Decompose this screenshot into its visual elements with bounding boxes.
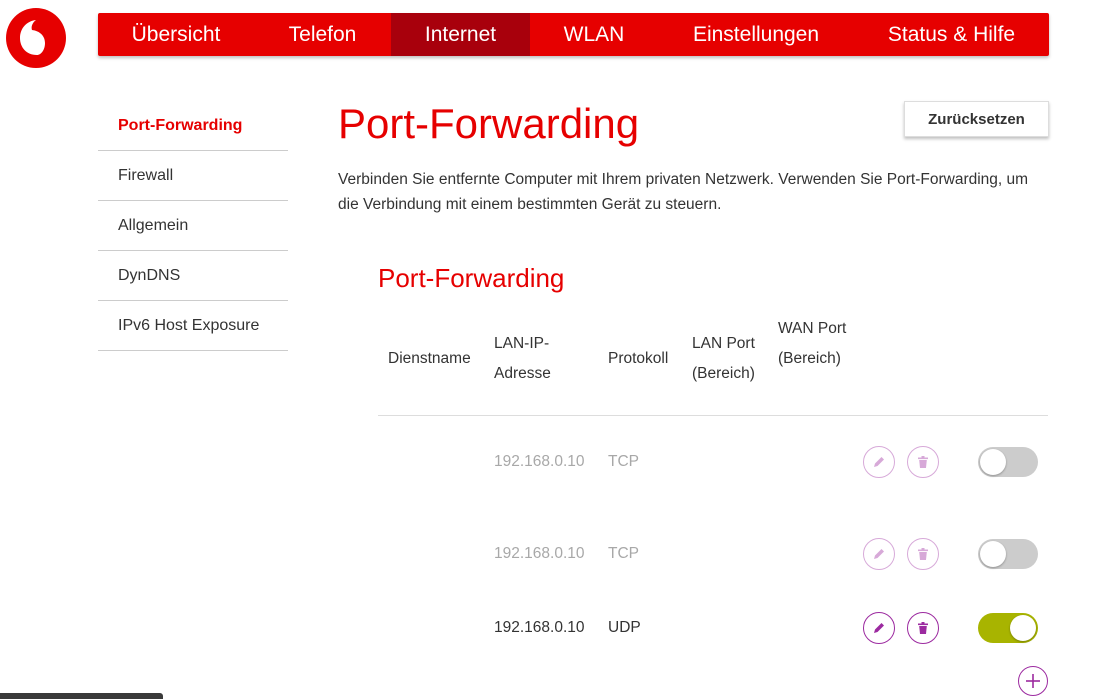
cell-protocol: TCP <box>608 545 639 562</box>
sidebar-item-port-forwarding[interactable]: Port-Forwarding <box>98 101 288 151</box>
table-row: 192.168.0.10 TCP <box>378 534 1048 574</box>
pencil-icon <box>874 457 884 467</box>
table-row: 192.168.0.10 UDP <box>378 608 1048 648</box>
cell-protocol: TCP <box>608 453 639 470</box>
sidebar-item-label: Port-Forwarding <box>118 116 243 134</box>
nav-tab-label: Einstellungen <box>692 22 820 46</box>
trash-icon <box>918 622 928 634</box>
sidebar: Port-Forwarding Firewall Allgemein DynDN… <box>98 101 288 351</box>
page-description: Verbinden Sie entfernte Computer mit Ihr… <box>338 171 1029 213</box>
nav-tab-label: Übersicht <box>131 22 221 46</box>
toggle-knob <box>1010 615 1036 641</box>
nav-tab-wlan[interactable]: WLAN <box>530 13 658 56</box>
add-rule-button[interactable] <box>1018 666 1048 696</box>
nav-tab-label: WLAN <box>563 22 625 46</box>
delete-button[interactable] <box>907 446 939 478</box>
nav-tab-telefon[interactable]: Telefon <box>254 13 391 56</box>
edit-button[interactable] <box>863 612 895 644</box>
section-title: Port-Forwarding <box>378 263 565 293</box>
trash-icon <box>918 548 928 560</box>
edit-button[interactable] <box>863 446 895 478</box>
sidebar-item-dyndns[interactable]: DynDNS <box>98 251 288 301</box>
rule-toggle[interactable] <box>978 613 1038 643</box>
delete-button[interactable] <box>907 612 939 644</box>
nav-tab-uebersicht[interactable]: Übersicht <box>98 13 254 56</box>
delete-button[interactable] <box>907 538 939 570</box>
toggle-knob <box>980 541 1006 567</box>
pencil-icon <box>874 623 884 633</box>
nav-tab-label: Status & Hilfe <box>887 22 1016 46</box>
nav-tab-status-hilfe[interactable]: Status & Hilfe <box>854 13 1049 56</box>
edit-button[interactable] <box>863 538 895 570</box>
column-header-protokoll: Protokoll <box>608 350 669 367</box>
page-title: Port-Forwarding <box>338 100 640 147</box>
toggle-knob <box>980 449 1006 475</box>
table-header-divider <box>378 415 1048 416</box>
cell-lan-ip: 192.168.0.10 <box>494 453 585 470</box>
sidebar-item-label: IPv6 Host Exposure <box>118 316 260 334</box>
nav-tab-label: Internet <box>424 22 497 46</box>
column-header-dienstname: Dienstname <box>388 350 471 367</box>
pencil-icon <box>874 549 884 559</box>
sidebar-item-label: Firewall <box>118 166 174 184</box>
sidebar-item-ipv6-host-exposure[interactable]: IPv6 Host Exposure <box>98 301 288 351</box>
nav-tab-internet[interactable]: Internet <box>391 13 530 56</box>
reset-button[interactable]: Zurücksetzen <box>904 101 1049 137</box>
rule-toggle[interactable] <box>978 539 1038 569</box>
sidebar-item-label: DynDNS <box>118 266 181 284</box>
sidebar-item-allgemein[interactable]: Allgemein <box>98 201 288 251</box>
cell-lan-ip: 192.168.0.10 <box>494 545 585 562</box>
sidebar-item-label: Allgemein <box>118 216 189 234</box>
table-row: 192.168.0.10 TCP <box>378 442 1048 482</box>
rule-toggle[interactable] <box>978 447 1038 477</box>
sidebar-item-firewall[interactable]: Firewall <box>98 151 288 201</box>
nav-tab-einstellungen[interactable]: Einstellungen <box>658 13 854 56</box>
column-header-wan-port: WAN Port (Bereich) <box>778 320 847 367</box>
cell-lan-ip: 192.168.0.10 <box>494 619 585 636</box>
main-nav: Übersicht Telefon Internet WLAN Einstell… <box>98 13 1049 56</box>
trash-icon <box>918 456 928 468</box>
nav-tab-label: Telefon <box>288 22 357 46</box>
column-header-lan-port: LAN Port (Bereich) <box>692 335 755 382</box>
plus-icon <box>1026 674 1040 688</box>
column-header-lan-ip-adresse: LAN-IP-Adresse <box>494 335 551 382</box>
window-bottom-edge <box>0 693 163 699</box>
vodafone-logo-icon[interactable] <box>6 8 66 68</box>
cell-protocol: UDP <box>608 619 641 636</box>
